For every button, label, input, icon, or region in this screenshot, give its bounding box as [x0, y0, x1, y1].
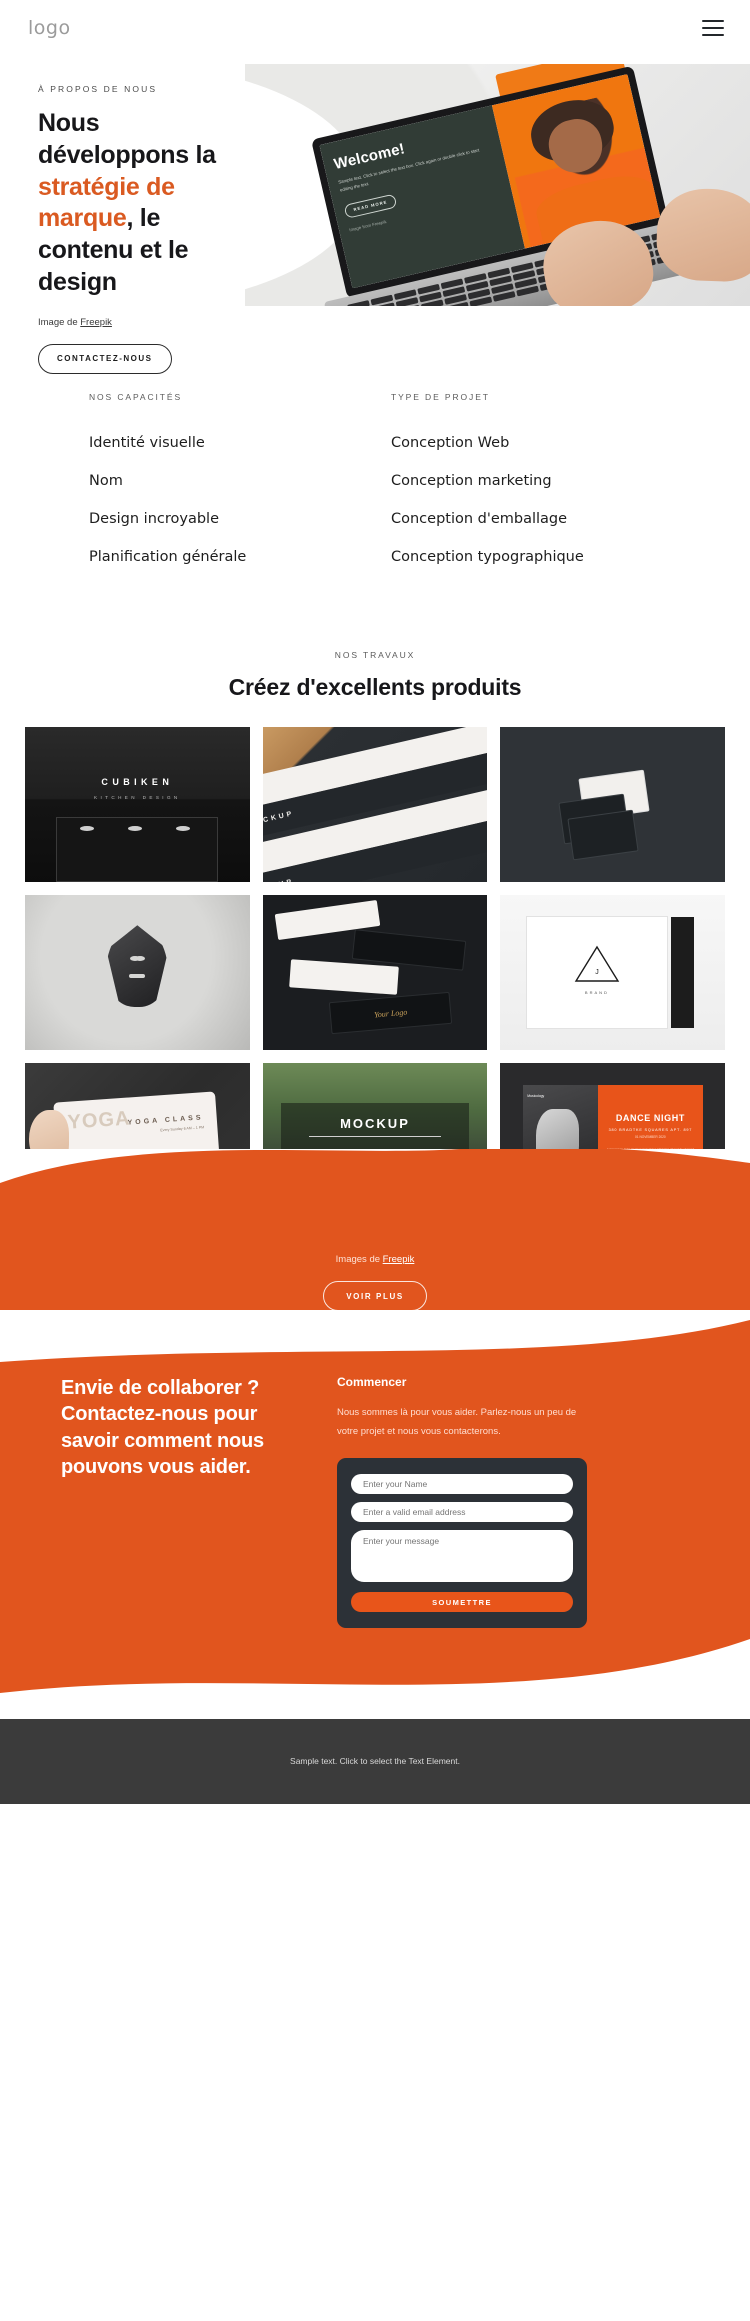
portfolio-section: NOS TRAVAUX Créez d'excellents produits …: [0, 578, 750, 1218]
yoga-title: YOGA CLASS: [127, 1114, 205, 1127]
hero-copy: À PROPOS DE NOUS Nous développons la str…: [38, 84, 248, 374]
page-root: logo Welcome! Sample text. Click to sele…: [0, 0, 750, 1805]
hero-section: Welcome! Sample text. Click to select th…: [0, 56, 750, 374]
tile-brandmark: BRAND: [584, 990, 609, 996]
project-types-column: TYPE DE PROJET Conception Web Conception…: [375, 392, 675, 578]
portfolio-image-credit: Images de Freepik: [0, 1254, 750, 1265]
portfolio-tile-scattered-cards[interactable]: Your Logo: [262, 895, 488, 1050]
site-footer: Sample text. Click to select the Text El…: [0, 1718, 750, 1805]
yoga-meta: Every Sunday 6 AM – 1 PM: [160, 1125, 205, 1133]
cta-title: Envie de collaborer ? Contactez-nous pou…: [61, 1377, 264, 1479]
credit-prefix: Image de: [38, 316, 81, 328]
tile-brand-text: CUBIKEN: [101, 777, 174, 787]
tile-sub-text: KITCHEN DESIGN: [94, 795, 181, 800]
poster-brand: Musicology: [527, 1093, 545, 1098]
tile-signature: Your Logo: [373, 1007, 408, 1020]
portfolio-footer-band: Images de Freepik VOIR PLUS: [0, 1149, 750, 1311]
poster-title: DANCE NIGHT: [615, 1112, 685, 1123]
capability-item[interactable]: Identité visuelle: [89, 426, 375, 464]
email-input[interactable]: [351, 1501, 573, 1522]
hero-title-part1: Nous développons la: [38, 109, 216, 169]
portfolio-title: Créez d'excellents produits: [228, 674, 522, 700]
tile-mockup-label-2: MOCKUP: [263, 878, 296, 882]
capability-item[interactable]: Planification générale: [89, 540, 375, 578]
hero-eyebrow: À PROPOS DE NOUS: [38, 84, 158, 94]
wave-divider-top: [0, 1149, 750, 1229]
capabilities-column: NOS CAPACITÉS Identité visuelle Nom Desi…: [75, 392, 375, 578]
project-type-item[interactable]: Conception marketing: [391, 464, 675, 502]
site-header: logo: [0, 0, 750, 56]
project-type-item[interactable]: Conception d'emballage: [391, 502, 675, 540]
project-type-item[interactable]: Conception typographique: [391, 540, 675, 578]
freepik-link[interactable]: Freepik: [80, 317, 112, 328]
freepik-link[interactable]: Freepik: [383, 1254, 415, 1265]
poster-date: 01 NOVEMBER 2020: [635, 1134, 666, 1139]
portfolio-tile-mockup-cards[interactable]: 01 MOCKUP 02 MOCKUP: [262, 727, 488, 882]
form-intro: Nous sommes là pour vous aider. Parlez-n…: [337, 1407, 577, 1438]
message-input[interactable]: [351, 1529, 573, 1582]
svg-text:J: J: [595, 969, 599, 976]
hero-image-credit: Image de Freepik: [38, 317, 248, 328]
project-type-item[interactable]: Conception Web: [391, 426, 675, 464]
portfolio-tile-storefront[interactable]: CUBIKEN KITCHEN DESIGN: [25, 727, 250, 882]
billboard-title: MOCKUP: [340, 1116, 410, 1132]
name-input[interactable]: [351, 1473, 573, 1494]
site-logo[interactable]: logo: [28, 17, 71, 39]
box-spine: [671, 916, 694, 1029]
yoga-watermark: YOGA: [67, 1107, 132, 1134]
cta-left: Envie de collaborer ? Contactez-nous pou…: [61, 1375, 311, 1628]
wave-divider-bottom: [0, 1639, 750, 1720]
portfolio-grid: CUBIKEN KITCHEN DESIGN 01 MOCKUP 02 MOCK…: [25, 727, 725, 1218]
tile-mockup-label-1: MOCKUP: [262, 809, 296, 828]
box-face: J BRAND: [527, 916, 667, 1029]
contact-button[interactable]: CONTACTEZ-NOUS: [38, 343, 172, 374]
triangle-icon: J: [574, 945, 620, 982]
submit-button[interactable]: SOUMETTRE: [351, 1592, 573, 1613]
hero-image: Welcome! Sample text. Click to select th…: [245, 64, 750, 306]
portfolio-tile-business-cards[interactable]: [500, 727, 725, 882]
form-heading: Commencer: [337, 1375, 407, 1389]
slide-read-more-button: READ MORE: [343, 193, 398, 219]
project-types-heading: TYPE DE PROJET: [391, 392, 490, 402]
see-more-button[interactable]: VOIR PLUS: [323, 1281, 427, 1311]
capabilities-heading: NOS CAPACITÉS: [89, 392, 183, 402]
cta-right: Commencer Nous sommes là pour vous aider…: [337, 1375, 587, 1629]
poster-address: 380 BRADTKE SQUARES APT. 897: [608, 1127, 693, 1132]
contact-form: SOUMETTRE: [337, 1457, 587, 1629]
hamburger-menu-icon[interactable]: [702, 20, 724, 36]
wave-divider-mid: [0, 1310, 750, 1362]
cta-section: Envie de collaborer ? Contactez-nous pou…: [0, 1310, 750, 1720]
portfolio-tile-packaging-box[interactable]: J BRAND: [500, 895, 725, 1050]
portfolio-tile-mask-sculpture[interactable]: [25, 895, 250, 1050]
footer-text[interactable]: Sample text. Click to select the Text El…: [290, 1756, 460, 1766]
portfolio-eyebrow: NOS TRAVAUX: [334, 650, 416, 660]
mask-shape: [106, 925, 169, 1008]
page-title: Nous développons la stratégie de marque,…: [38, 108, 248, 299]
capability-item[interactable]: Design incroyable: [89, 502, 375, 540]
credit-prefix: Images de: [335, 1254, 383, 1265]
capability-item[interactable]: Nom: [89, 464, 375, 502]
storefront-doors: [56, 816, 219, 882]
